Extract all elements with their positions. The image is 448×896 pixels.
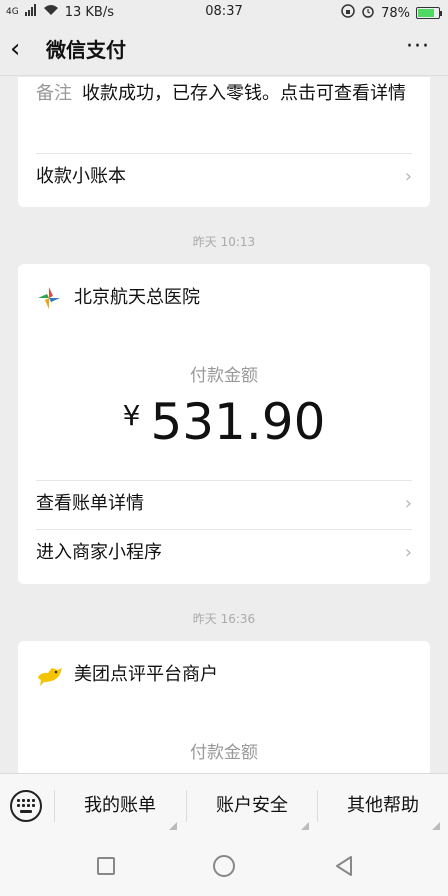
back-nav-button[interactable] xyxy=(334,855,354,881)
payment-amount: ¥531.90 xyxy=(18,392,430,464)
remark-value: 收款成功，已存入零钱。点击可查看详情 xyxy=(82,83,406,104)
payment-received-card[interactable]: 备注 收款成功，已存入零钱。点击可查看详情 收款小账本 › xyxy=(18,77,430,207)
remark-key: 备注 xyxy=(36,83,72,104)
back-button[interactable]: ‹ xyxy=(10,34,20,64)
menu-account-security[interactable]: 账户安全 xyxy=(187,774,317,838)
menu-account-security-label: 账户安全 xyxy=(216,795,288,816)
submenu-indicator-icon xyxy=(301,822,309,830)
message-list[interactable]: 备注 收款成功，已存入零钱。点击可查看详情 收款小账本 › 昨天 10:13 北… xyxy=(0,77,448,773)
keyboard-key-dot xyxy=(27,799,30,802)
keyboard-space-bar xyxy=(20,810,32,813)
timestamp: 昨天 16:36 xyxy=(192,612,256,626)
menu-other-help[interactable]: 其他帮助 xyxy=(318,774,448,838)
battery-percent: 78% xyxy=(381,5,410,21)
payment-amount-label: 付款金额 xyxy=(190,366,258,386)
submenu-indicator-icon xyxy=(169,822,177,830)
keyboard-key-dot xyxy=(17,804,20,807)
page-title: 微信支付 xyxy=(46,38,126,62)
payment-amount-label: 付款金额 xyxy=(190,743,258,763)
keyboard-key-dot xyxy=(32,799,35,802)
amount-value: 531.90 xyxy=(150,393,326,451)
more-options-button[interactable]: ··· xyxy=(406,32,430,62)
merchant-mini-program-label: 进入商家小程序 xyxy=(36,542,162,563)
keyboard-key-dot xyxy=(27,804,30,807)
lock-rotation-icon xyxy=(341,4,355,22)
keyboard-key-dot xyxy=(32,804,35,807)
status-bar: 4G 13 KB/s 08:37 78% xyxy=(0,0,448,24)
menu-other-help-label: 其他帮助 xyxy=(347,795,419,816)
chevron-right-icon: › xyxy=(404,542,412,563)
keyboard-key-dot xyxy=(17,799,20,802)
keyboard-key-dot xyxy=(22,804,25,807)
alarm-icon xyxy=(361,4,375,22)
timestamp: 昨天 10:13 xyxy=(192,235,256,249)
view-bill-details-link[interactable]: 查看账单详情 › xyxy=(18,480,430,528)
chevron-right-icon: › xyxy=(404,493,412,514)
menu-my-bills[interactable]: 我的账单 xyxy=(55,774,185,838)
keyboard-icon[interactable] xyxy=(10,790,42,822)
payment-ledger-label: 收款小账本 xyxy=(36,166,126,187)
meituan-logo-icon xyxy=(36,662,62,688)
recent-apps-button[interactable] xyxy=(97,857,115,875)
payment-card[interactable]: 北京航天总医院 付款金额 ¥531.90 查看账单详情 › 进入商家小程序 › xyxy=(18,264,430,584)
merchant-mini-program-link[interactable]: 进入商家小程序 › xyxy=(18,529,430,577)
payment-ledger-link[interactable]: 收款小账本 › xyxy=(18,153,430,201)
keyboard-key-dot xyxy=(22,799,25,802)
merchant-header: 北京航天总医院 xyxy=(36,284,200,312)
system-navigation-bar xyxy=(0,837,448,896)
merchant-header: 美团点评平台商户 xyxy=(36,661,218,689)
chevron-right-icon: › xyxy=(404,166,412,187)
merchant-name: 美团点评平台商户 xyxy=(74,664,218,685)
merchant-name: 北京航天总医院 xyxy=(74,287,200,308)
payment-card[interactable]: 美团点评平台商户 付款金额 xyxy=(18,641,430,773)
submenu-indicator-icon xyxy=(432,822,440,830)
currency-symbol: ¥ xyxy=(122,399,141,432)
view-bill-details-label: 查看账单详情 xyxy=(36,493,144,514)
battery-icon xyxy=(416,7,442,19)
hospital-logo-icon xyxy=(36,285,62,311)
home-button[interactable] xyxy=(213,855,235,877)
nav-bar: ‹ 微信支付 ··· xyxy=(0,24,448,76)
menu-my-bills-label: 我的账单 xyxy=(84,795,156,816)
bottom-menu-bar: 我的账单 账户安全 其他帮助 xyxy=(0,773,448,837)
